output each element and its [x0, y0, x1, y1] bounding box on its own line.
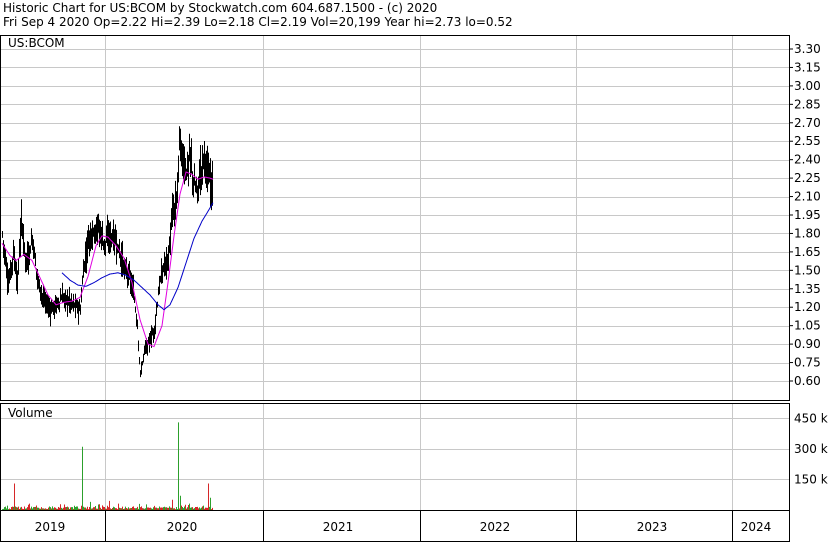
y-tick-label: 1.95 — [794, 208, 821, 222]
x-tick-label: 2023 — [637, 520, 668, 534]
y-tick-label: 3.00 — [794, 79, 821, 93]
y-tick-label: 3.15 — [794, 60, 821, 74]
y-tick-label: 1.65 — [794, 245, 821, 259]
y-tick-label: 3.30 — [794, 42, 821, 56]
volume-tick-label: 450 k — [794, 411, 828, 425]
volume-bars — [2, 422, 213, 510]
y-tick-label: 1.20 — [794, 300, 821, 314]
x-tick-label: 2022 — [480, 520, 511, 534]
volume-panel-frame — [0, 403, 790, 511]
moving-average-long-line — [61, 202, 214, 311]
y-tick-label: 1.35 — [794, 282, 821, 296]
chart-header-line1: Historic Chart for US:BCOM by Stockwatch… — [3, 1, 437, 15]
y-tick-label: 0.75 — [794, 356, 821, 370]
moving-average-short-line — [1, 171, 214, 348]
volume-panel-title: Volume — [8, 406, 53, 420]
y-tick-label: 1.80 — [794, 226, 821, 240]
x-axis-frame — [0, 510, 790, 542]
price-bars — [2, 126, 213, 378]
y-tick-label: 2.85 — [794, 97, 821, 111]
y-tick-label: 1.05 — [794, 319, 821, 333]
chart-header-line2: Fri Sep 4 2020 Op=2.22 Hi=2.39 Lo=2.18 C… — [3, 15, 513, 29]
price-y-axis: 3.30 3.15 3.00 2.85 2.70 2.55 2.40 2.25 2.10 1.95… — [789, 42, 821, 388]
y-tick-label: 2.25 — [794, 171, 821, 185]
y-tick-label: 2.55 — [794, 134, 821, 148]
volume-tick-label: 150 k — [794, 472, 828, 486]
volume-tick-label: 300 k — [794, 442, 828, 456]
y-tick-label: 1.50 — [794, 263, 821, 277]
volume-y-axis: 450 k 300 k 150 k — [794, 411, 828, 486]
x-tick-label: 2021 — [323, 520, 354, 534]
price-panel-frame — [0, 35, 790, 401]
price-panel-title: US:BCOM — [8, 36, 65, 50]
x-axis: 2019 2020 2021 2022 2023 2024 — [35, 520, 772, 534]
y-tick-label: 2.70 — [794, 116, 821, 130]
x-tick-label: 2020 — [167, 520, 198, 534]
x-tick-label: 2024 — [741, 520, 772, 534]
stock-chart: Historic Chart for US:BCOM by Stockwatch… — [0, 1, 828, 542]
volume-grid — [1, 404, 789, 541]
y-tick-label: 0.90 — [794, 337, 821, 351]
y-tick-label: 0.60 — [794, 374, 821, 388]
y-tick-label: 2.10 — [794, 190, 821, 204]
y-tick-label: 2.40 — [794, 153, 821, 167]
x-tick-label: 2019 — [35, 520, 66, 534]
price-grid — [1, 36, 789, 400]
